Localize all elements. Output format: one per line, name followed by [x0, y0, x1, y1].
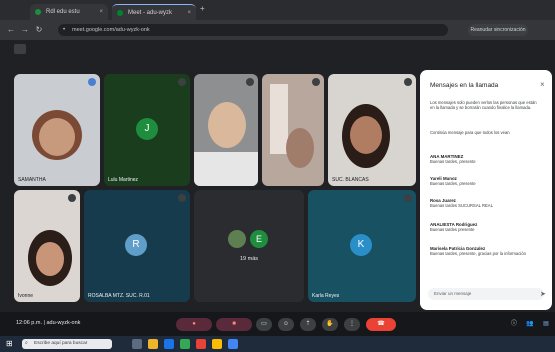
present-button[interactable]: ⇡	[300, 318, 316, 331]
mic-toggle-button[interactable]: ●	[176, 318, 212, 331]
app-icon[interactable]	[212, 339, 222, 349]
mic-off-icon	[246, 78, 254, 86]
participant-face	[208, 102, 246, 148]
reload-icon[interactable]: ↻	[34, 24, 44, 36]
participant-tile-5[interactable]: SUC. BLANCAS	[328, 74, 416, 186]
store-icon[interactable]	[180, 339, 190, 349]
meet-logo-icon	[14, 44, 26, 54]
participant-tile-4[interactable]	[262, 74, 324, 186]
participant-tile-2[interactable]: J Lulu Martinez	[104, 74, 190, 186]
chat-notice: Los mensajes solo pueden verlos las pers…	[430, 100, 537, 111]
app-icon[interactable]	[228, 339, 238, 349]
emoji-icon: ☺	[282, 321, 290, 327]
mic-off-icon	[312, 78, 320, 86]
reactions-button[interactable]: ☺	[278, 318, 294, 331]
send-icon[interactable]: ➤	[540, 290, 546, 298]
participant-avatar: R	[125, 234, 147, 256]
mic-off-icon	[178, 194, 186, 202]
task-view-icon[interactable]	[132, 339, 142, 349]
browser-tab-1[interactable]: Rdl edu estu ×	[30, 4, 108, 20]
chat-title: Mensajes en la llamada	[430, 82, 499, 89]
camera-toggle-button[interactable]: ■	[216, 318, 252, 331]
hand-icon: ✋	[326, 321, 334, 327]
back-icon[interactable]: ←	[6, 24, 16, 36]
browser-tab-2[interactable]: Meet - adu-wyzk ×	[112, 4, 196, 20]
participant-name: Lulu Martinez	[108, 177, 139, 183]
participant-tile-3[interactable]	[194, 74, 258, 186]
windows-start-icon[interactable]: ⊞	[6, 339, 16, 349]
mic-off-icon: ●	[192, 321, 196, 327]
address-bar[interactable]: • meet.google.com/adu-wyzk-onk	[58, 24, 448, 36]
participant-thumb	[228, 230, 246, 248]
participant-name: ROSALBA MTZ. SUC. R.01	[88, 293, 150, 299]
chat-button[interactable]: ▤	[540, 318, 552, 331]
participant-name: SAMANTHA	[18, 177, 46, 183]
tab-favicon-icon	[35, 9, 41, 15]
mic-off-icon	[68, 194, 76, 202]
taskbar-search[interactable]: ⌕ Escribe aquí para buscar	[22, 339, 112, 349]
chat-icon: ▤	[543, 321, 549, 327]
meet-favicon-icon	[117, 10, 123, 16]
participant-name: Karla Reyes	[312, 293, 340, 299]
participant-avatar: J	[136, 118, 158, 140]
chrome-icon[interactable]	[196, 339, 206, 349]
present-icon: ⇡	[305, 321, 311, 327]
participant-tile-7[interactable]: R ROSALBA MTZ. SUC. R.01	[84, 190, 190, 302]
forward-icon[interactable]: →	[20, 24, 30, 36]
chat-input[interactable]: Enviar un mensaje	[428, 288, 544, 300]
mic-icon	[88, 78, 96, 86]
file-explorer-icon[interactable]	[148, 339, 158, 349]
chat-message: Yareli Munoz Buenas tardes, presente	[430, 176, 476, 187]
lock-icon: •	[63, 27, 66, 33]
close-icon[interactable]: ×	[540, 80, 545, 89]
info-icon: ⓘ	[510, 321, 517, 327]
captions-icon: ▭	[261, 321, 267, 327]
tab-close-icon[interactable]: ×	[187, 5, 191, 20]
chat-message: ANA MARTINEZ Buenas tardes, presente	[430, 154, 476, 165]
participant-name: SUC. BLANCAS	[332, 177, 369, 183]
participant-name: Ivonne	[18, 293, 34, 299]
edge-icon[interactable]	[164, 339, 174, 349]
participant-tile-1[interactable]: SAMANTHA	[14, 74, 100, 186]
participant-tile-6[interactable]: Ivonne	[14, 190, 80, 302]
people-icon: 👥	[526, 321, 534, 327]
chat-message: Continúa mensaje para que todos los vean	[430, 130, 510, 135]
info-button[interactable]: ⓘ	[508, 318, 520, 331]
sync-button[interactable]: Reanudar sincronización	[468, 24, 528, 36]
chat-message: Marisela Patricia Gonzalez Buenas tardes,…	[430, 246, 526, 257]
raise-hand-button[interactable]: ✋	[322, 318, 338, 331]
more-vert-icon: ⋮	[349, 321, 355, 327]
mic-off-icon	[404, 194, 412, 202]
participant-face	[350, 116, 382, 154]
camera-off-icon: ■	[232, 321, 236, 327]
new-tab-button[interactable]: +	[200, 4, 205, 13]
search-icon: ⌕	[25, 341, 28, 346]
hang-up-icon: ☎	[377, 321, 385, 327]
participant-face	[286, 128, 314, 168]
people-button[interactable]: 👥	[524, 318, 536, 331]
chat-message: Rosa Juarez Buenas tardes SUCURSAL REAL	[430, 198, 493, 209]
mic-off-icon	[404, 78, 412, 86]
more-options-button[interactable]: ⋮	[344, 318, 360, 331]
participant-avatar: E	[250, 230, 268, 248]
participant-tile-9[interactable]: K Karla Reyes	[308, 190, 416, 302]
chat-message: ANALIESTA Rodriguez Buenas tardes present…	[430, 222, 478, 233]
participant-face	[39, 118, 75, 156]
more-participants-tile[interactable]: E 19 más	[194, 190, 304, 302]
more-count: 19 más	[239, 256, 259, 262]
participant-avatar: K	[350, 234, 372, 256]
leave-call-button[interactable]: ☎	[366, 318, 396, 331]
participant-body	[194, 152, 258, 186]
meeting-time: 12:06 p.m. | adu-wyzk-onk	[16, 320, 81, 326]
participant-face	[36, 242, 64, 276]
tab-close-icon[interactable]: ×	[99, 4, 103, 20]
mic-off-icon	[178, 78, 186, 86]
captions-button[interactable]: ▭	[256, 318, 272, 331]
